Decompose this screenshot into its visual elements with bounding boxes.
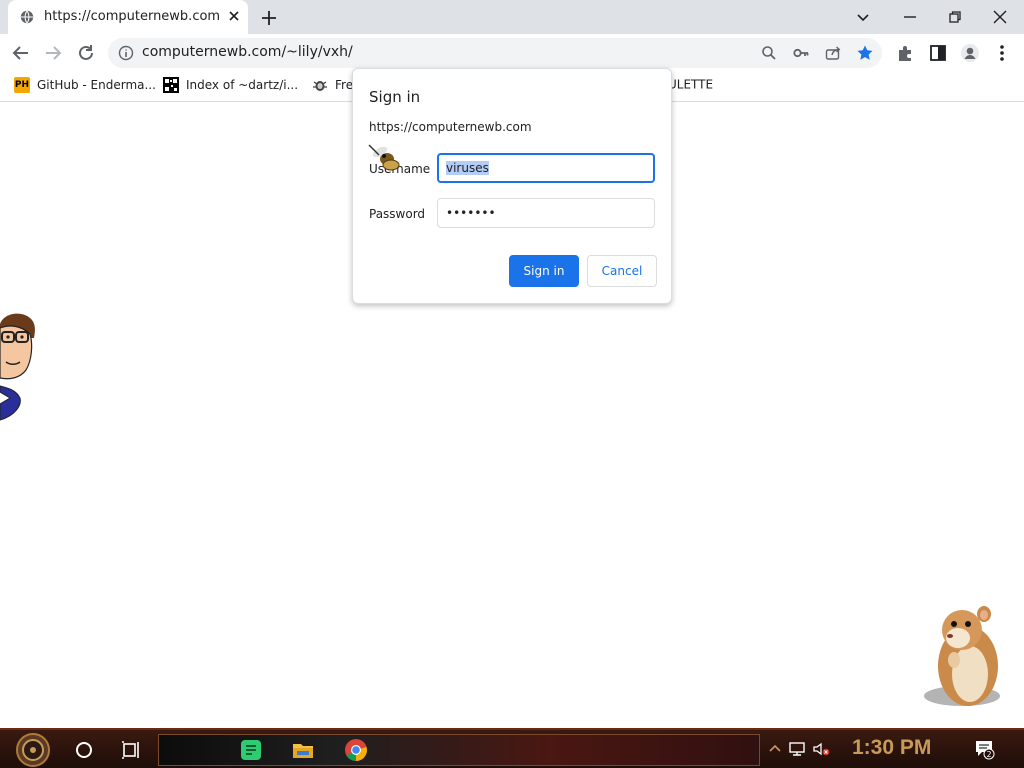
share-icon[interactable] [824,44,842,62]
reload-icon[interactable] [75,42,97,64]
kebab-menu-icon[interactable] [991,42,1013,64]
network-icon[interactable] [788,740,806,758]
close-window-icon[interactable] [988,5,1012,29]
bookmark-index-dartz[interactable]: Index of ~dartz/i... [163,77,298,97]
qr-icon [163,77,179,93]
restore-icon[interactable] [943,5,967,29]
tab-strip: https://computernewb.com/~lily/vxh/ [0,0,1024,34]
password-value: ••••••• [446,206,496,220]
volume-muted-icon[interactable] [812,740,830,758]
notification-count: 2 [986,750,991,759]
wasp-cursor-icon [368,144,400,171]
password-key-icon[interactable] [792,44,810,62]
task-view-icon[interactable] [119,738,143,762]
back-arrow-icon[interactable] [10,42,32,64]
dialog-title: Sign in [369,88,421,106]
bookmark-star-icon[interactable] [856,44,874,62]
dialog-origin: https://computernewb.com [369,120,532,134]
tray-chevron-icon[interactable] [766,740,784,758]
browser-toolbar: computernewb.com/~lily/vxh/ [0,34,1024,72]
search-circle-icon[interactable] [72,738,96,762]
password-field[interactable]: ••••••• [437,198,655,228]
globe-icon [20,10,34,24]
password-label: Password [369,207,426,221]
extensions-puzzle-icon[interactable] [895,42,917,64]
taskbar: 1:30 PM 2 [0,728,1024,768]
ph-icon: PH [14,77,30,93]
username-value: viruses [446,161,489,175]
file-explorer-icon[interactable] [291,738,315,762]
sign-in-dialog: Sign in https://computernewb.com Usernam… [352,68,672,304]
chrome-icon[interactable] [344,738,368,762]
start-gear-icon[interactable] [10,732,56,768]
bookmark-github-enderman[interactable]: PH GitHub - Enderma... [14,77,156,97]
cartoon-man-icon [0,313,35,421]
profile-avatar-icon[interactable] [959,42,981,64]
bookmark-roulette[interactable]: ULETTE [668,77,713,97]
address-bar[interactable]: computernewb.com/~lily/vxh/ [108,38,882,68]
site-info-icon[interactable] [118,45,134,61]
minimize-icon[interactable] [898,5,922,29]
tab-close-icon[interactable] [226,8,242,24]
taskbar-clock[interactable]: 1:30 PM [852,736,931,760]
notification-center-icon[interactable]: 2 [973,738,995,760]
forward-arrow-icon[interactable] [42,42,64,64]
bug-icon [313,81,327,91]
cancel-button[interactable]: Cancel [587,255,657,287]
hamster-icon [924,606,1000,706]
notes-app-icon[interactable] [239,738,263,762]
new-tab-plus-icon[interactable] [258,7,280,29]
tab-search-chevron-icon[interactable] [851,5,875,29]
browser-tab[interactable]: https://computernewb.com/~lily/vxh/ [8,0,248,34]
side-panel-icon[interactable] [927,42,949,64]
address-url[interactable]: computernewb.com/~lily/vxh/ [142,44,353,60]
username-field[interactable]: viruses [437,153,655,183]
tab-title: https://computernewb.com/~lily/vxh/ [44,9,220,24]
zoom-search-icon[interactable] [760,44,778,62]
sign-in-button[interactable]: Sign in [509,255,579,287]
bookmark-fre[interactable]: Fre [312,77,353,97]
